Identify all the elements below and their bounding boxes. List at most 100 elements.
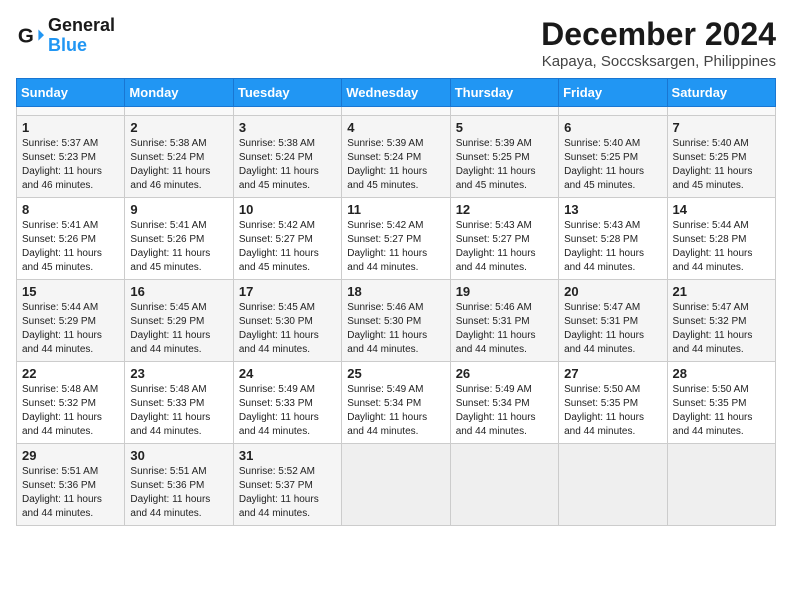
day-info: Sunrise: 5:39 AMSunset: 5:25 PMDaylight:… [456,137,553,193]
logo-line2: Blue [48,36,115,56]
calendar-cell [667,107,775,116]
calendar-cell: 13Sunrise: 5:43 AMSunset: 5:28 PMDayligh… [559,198,667,280]
calendar-cell: 24Sunrise: 5:49 AMSunset: 5:33 PMDayligh… [233,362,341,444]
day-info: Sunrise: 5:39 AMSunset: 5:24 PMDaylight:… [347,137,444,193]
day-info: Sunrise: 5:49 AMSunset: 5:34 PMDaylight:… [456,383,553,439]
calendar-cell: 7 Sunrise: 5:40 AMSunset: 5:25 PMDaylight… [667,116,775,198]
week-row: 22Sunrise: 5:48 AMSunset: 5:32 PMDayligh… [17,362,776,444]
day-info: Sunrise: 5:43 AMSunset: 5:28 PMDaylight:… [564,219,661,275]
day-number: 1 [22,120,119,135]
calendar-cell: 9 Sunrise: 5:41 AMSunset: 5:26 PMDaylight… [125,198,233,280]
month-title: December 2024 [541,16,776,53]
calendar-cell: 5Sunrise: 5:39 AMSunset: 5:25 PMDaylight… [450,116,558,198]
day-number: 6 [564,120,661,135]
week-row: 8 Sunrise: 5:41 AMSunset: 5:26 PMDaylight… [17,198,776,280]
calendar-cell [450,107,558,116]
day-number: 25 [347,366,444,381]
logo-line1: General [48,16,115,36]
day-number: 8 [22,202,119,217]
calendar-cell: 12Sunrise: 5:43 AMSunset: 5:27 PMDayligh… [450,198,558,280]
svg-text:G: G [18,24,34,47]
day-number: 7 [673,120,770,135]
col-header-tuesday: Tuesday [233,79,341,107]
day-number: 30 [130,448,227,463]
day-number: 22 [22,366,119,381]
calendar-cell: 25 Sunrise: 5:49 AMSunset: 5:34 PMDayligh… [342,362,450,444]
calendar-cell [125,107,233,116]
calendar-cell [233,107,341,116]
calendar-cell [559,444,667,526]
day-number: 2 [130,120,227,135]
calendar-cell: 8Sunrise: 5:41 AMSunset: 5:26 PMDaylight… [17,198,125,280]
day-info: Sunrise: 5:42 AMSunset: 5:27 PMDaylight:… [239,219,336,275]
day-number: 26 [456,366,553,381]
col-header-monday: Monday [125,79,233,107]
calendar-cell: 20 Sunrise: 5:47 AMSunset: 5:31 PMDayligh… [559,280,667,362]
col-header-sunday: Sunday [17,79,125,107]
day-info: Sunrise: 5:44 AMSunset: 5:29 PMDaylight:… [22,301,119,357]
day-number: 29 [22,448,119,463]
calendar-cell: 2 Sunrise: 5:38 AMSunset: 5:24 PMDaylight… [125,116,233,198]
calendar-cell: 31Sunrise: 5:52 AMSunset: 5:37 PMDayligh… [233,444,341,526]
week-row: 15 Sunrise: 5:44 AMSunset: 5:29 PMDayligh… [17,280,776,362]
title-area: December 2024 Kapaya, Soccsksargen, Phil… [541,16,776,70]
calendar-cell: 11 Sunrise: 5:42 AMSunset: 5:27 PMDayligh… [342,198,450,280]
day-info: Sunrise: 5:47 AMSunset: 5:32 PMDaylight:… [673,301,770,357]
day-info: Sunrise: 5:38 AMSunset: 5:24 PMDaylight:… [130,137,227,193]
day-number: 16 [130,284,227,299]
day-info: Sunrise: 5:50 AMSunset: 5:35 PMDaylight:… [564,383,661,439]
day-number: 4 [347,120,444,135]
day-info: Sunrise: 5:40 AMSunset: 5:25 PMDaylight:… [673,137,770,193]
calendar-cell: 16 Sunrise: 5:45 AMSunset: 5:29 PMDayligh… [125,280,233,362]
calendar-cell: 29 Sunrise: 5:51 AMSunset: 5:36 PMDayligh… [17,444,125,526]
day-number: 20 [564,284,661,299]
day-number: 15 [22,284,119,299]
week-row: 29 Sunrise: 5:51 AMSunset: 5:36 PMDayligh… [17,444,776,526]
day-number: 3 [239,120,336,135]
day-number: 17 [239,284,336,299]
logo-icon: G [16,22,44,50]
day-number: 18 [347,284,444,299]
calendar-cell [450,444,558,526]
calendar-cell: 3Sunrise: 5:38 AMSunset: 5:24 PMDaylight… [233,116,341,198]
day-info: Sunrise: 5:46 AMSunset: 5:31 PMDaylight:… [456,301,553,357]
logo-text: General Blue [48,16,115,56]
day-number: 28 [673,366,770,381]
calendar-cell: 4 Sunrise: 5:39 AMSunset: 5:24 PMDaylight… [342,116,450,198]
calendar-cell: 6 Sunrise: 5:40 AMSunset: 5:25 PMDaylight… [559,116,667,198]
day-number: 14 [673,202,770,217]
day-info: Sunrise: 5:42 AMSunset: 5:27 PMDaylight:… [347,219,444,275]
day-number: 23 [130,366,227,381]
calendar-cell [342,444,450,526]
day-info: Sunrise: 5:43 AMSunset: 5:27 PMDaylight:… [456,219,553,275]
day-info: Sunrise: 5:47 AMSunset: 5:31 PMDaylight:… [564,301,661,357]
col-header-wednesday: Wednesday [342,79,450,107]
day-info: Sunrise: 5:51 AMSunset: 5:36 PMDaylight:… [130,465,227,521]
day-number: 11 [347,202,444,217]
header-row: SundayMondayTuesdayWednesdayThursdayFrid… [17,79,776,107]
day-number: 27 [564,366,661,381]
day-info: Sunrise: 5:51 AMSunset: 5:36 PMDaylight:… [22,465,119,521]
location: Kapaya, Soccsksargen, Philippines [541,53,776,70]
day-number: 9 [130,202,227,217]
day-info: Sunrise: 5:52 AMSunset: 5:37 PMDaylight:… [239,465,336,521]
calendar-cell: 26 Sunrise: 5:49 AMSunset: 5:34 PMDayligh… [450,362,558,444]
week-row [17,107,776,116]
calendar-cell: 10Sunrise: 5:42 AMSunset: 5:27 PMDayligh… [233,198,341,280]
page-header: G General Blue December 2024 Kapaya, Soc… [16,16,776,70]
calendar-cell: 14Sunrise: 5:44 AMSunset: 5:28 PMDayligh… [667,198,775,280]
calendar-cell: 30 Sunrise: 5:51 AMSunset: 5:36 PMDayligh… [125,444,233,526]
day-info: Sunrise: 5:45 AMSunset: 5:29 PMDaylight:… [130,301,227,357]
day-info: Sunrise: 5:40 AMSunset: 5:25 PMDaylight:… [564,137,661,193]
day-number: 24 [239,366,336,381]
day-info: Sunrise: 5:49 AMSunset: 5:34 PMDaylight:… [347,383,444,439]
calendar-cell: 23Sunrise: 5:48 AMSunset: 5:33 PMDayligh… [125,362,233,444]
calendar-cell [17,107,125,116]
calendar-table: SundayMondayTuesdayWednesdayThursdayFrid… [16,78,776,526]
calendar-cell [342,107,450,116]
day-info: Sunrise: 5:41 AMSunset: 5:26 PMDaylight:… [130,219,227,275]
col-header-thursday: Thursday [450,79,558,107]
calendar-cell: 21Sunrise: 5:47 AMSunset: 5:32 PMDayligh… [667,280,775,362]
col-header-friday: Friday [559,79,667,107]
day-number: 19 [456,284,553,299]
